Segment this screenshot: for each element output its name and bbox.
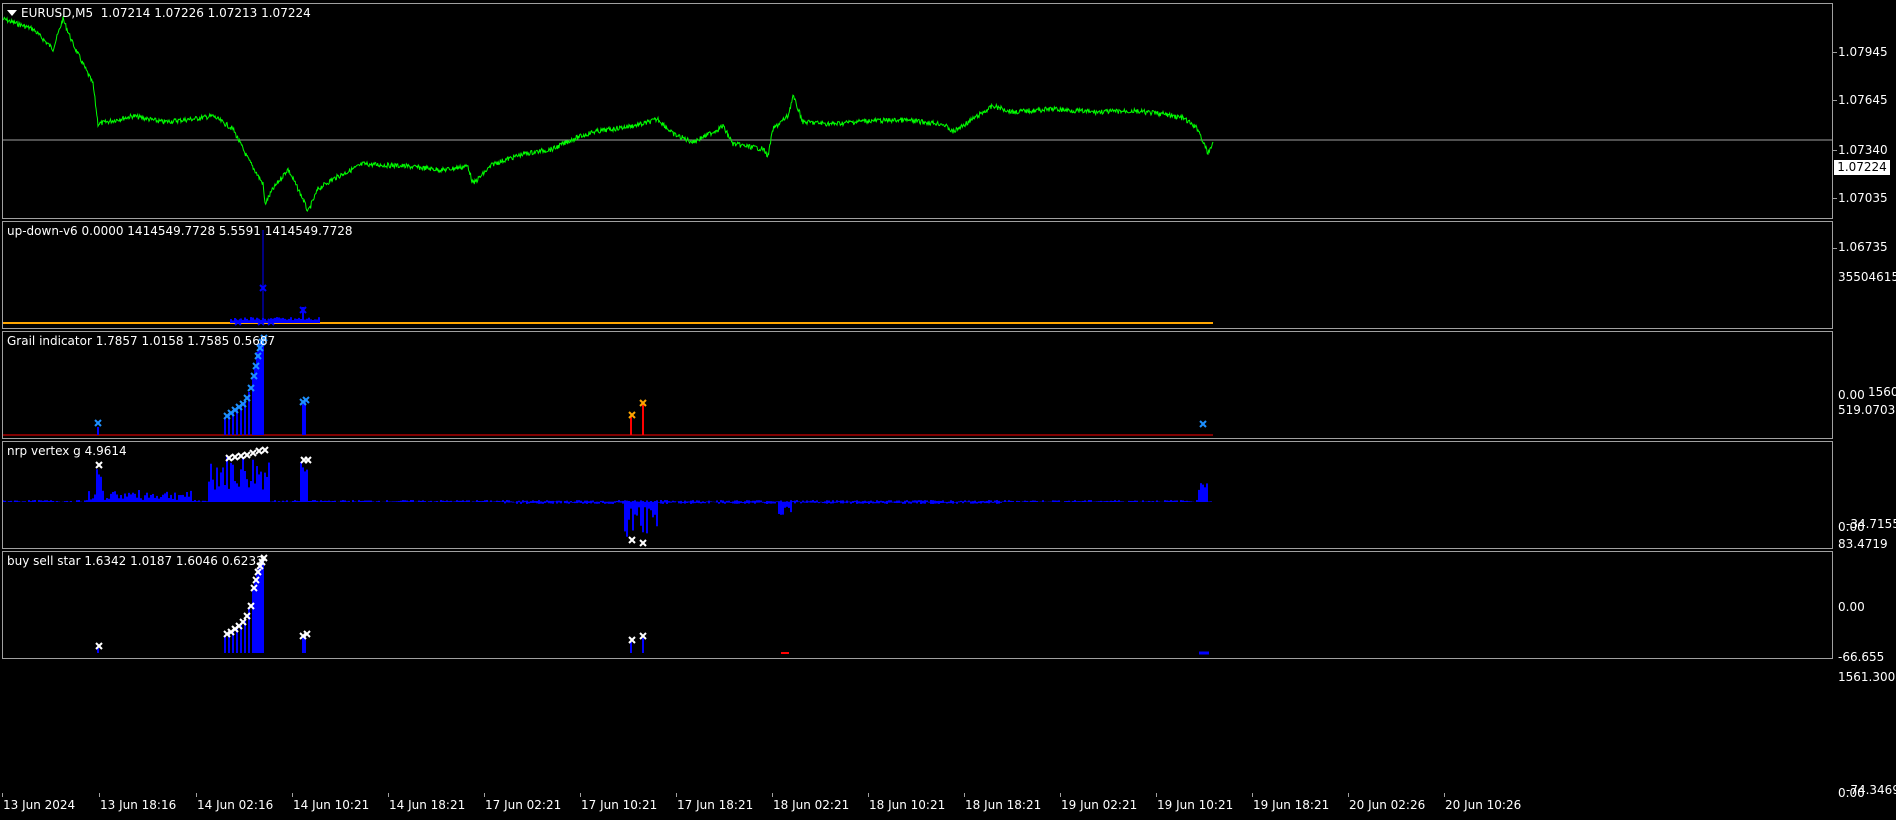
time-axis-label: 14 Jun 10:21	[293, 798, 370, 812]
signal-cross-marker	[237, 452, 245, 460]
time-axis-label: 18 Jun 02:21	[773, 798, 850, 812]
time-axis-label: 18 Jun 10:21	[869, 798, 946, 812]
time-tick	[388, 793, 389, 797]
signal-cross-marker	[231, 453, 239, 461]
buy-sell-axis-top: 1561.3005	[1838, 670, 1896, 684]
axis-tick	[1833, 150, 1837, 151]
current-price-badge: 1.07224	[1834, 160, 1890, 175]
time-axis-label: 20 Jun 10:26	[1445, 798, 1522, 812]
up-down-axis-extra: 15606959	[1868, 385, 1896, 399]
ohlc-values: 1.07214 1.07226 1.07213 1.07224	[100, 6, 311, 20]
signal-cross-marker	[261, 446, 269, 454]
price-line-chart	[3, 16, 1832, 212]
time-axis-label: 19 Jun 18:21	[1253, 798, 1330, 812]
axis-tick	[1833, 52, 1837, 53]
up-down-axis-top: 35504615000	[1838, 270, 1896, 284]
grail-label: Grail indicator 1.7857 1.0158 1.7585 0.5…	[7, 334, 276, 348]
buy-sell-star-label: buy sell star 1.6342 1.0187 1.6046 0.623…	[7, 554, 264, 568]
time-axis-label: 20 Jun 02:26	[1349, 798, 1426, 812]
signal-cross-marker	[304, 456, 312, 464]
price-axis-label: 1.07645	[1838, 93, 1888, 107]
axis-tick	[1833, 198, 1837, 199]
time-axis-label: 14 Jun 18:21	[389, 798, 466, 812]
time-axis-label: 14 Jun 02:16	[197, 798, 274, 812]
time-tick	[1156, 793, 1157, 797]
time-axis-label: 13 Jun 2024	[3, 798, 76, 812]
up-down-axis-bottom: 0.00	[1838, 388, 1865, 402]
time-axis-label: 17 Jun 02:21	[485, 798, 562, 812]
time-tick	[2, 793, 3, 797]
up-down-label: up-down-v6 0.0000 1414549.7728 5.5591 14…	[7, 224, 353, 238]
time-axis-label: 17 Jun 10:21	[581, 798, 658, 812]
nrp-axis-mid: 0.00	[1838, 600, 1865, 614]
main-pane-header: EURUSD,M5 1.07214 1.07226 1.07213 1.0722…	[7, 6, 311, 20]
time-axis-label: 17 Jun 18:21	[677, 798, 754, 812]
time-axis-label: 19 Jun 10:21	[1157, 798, 1234, 812]
nrp-vertex-label: nrp vertex g 4.9614	[7, 444, 127, 458]
nrp-vertex-histogram	[3, 446, 1212, 547]
time-tick	[868, 793, 869, 797]
time-axis-label: 18 Jun 18:21	[965, 798, 1042, 812]
time-axis-label: 13 Jun 18:16	[100, 798, 177, 812]
time-tick	[1252, 793, 1253, 797]
nrp-vertex-pane[interactable]: nrp vertex g 4.9614	[2, 441, 1833, 549]
up-down-pane[interactable]: up-down-v6 0.0000 1414549.7728 5.5591 14…	[2, 221, 1833, 329]
time-tick	[676, 793, 677, 797]
time-tick	[1348, 793, 1349, 797]
grail-pane[interactable]: Grail indicator 1.7857 1.0158 1.7585 0.5…	[2, 331, 1833, 439]
time-tick	[196, 793, 197, 797]
time-tick	[484, 793, 485, 797]
time-tick	[772, 793, 773, 797]
price-axis-label: 1.06735	[1838, 240, 1888, 254]
axis-tick	[1833, 248, 1837, 249]
buy-sell-star-pane[interactable]: buy sell star 1.6342 1.0187 1.6046 0.623…	[2, 551, 1833, 659]
time-tick	[1060, 793, 1061, 797]
time-axis-label: 19 Jun 02:21	[1061, 798, 1138, 812]
signal-cross-marker	[249, 449, 257, 457]
chart-area[interactable]: EURUSD,M5 1.07214 1.07226 1.07213 1.0722…	[2, 3, 1833, 793]
nrp-axis-bottom: -66.655	[1838, 650, 1885, 664]
main-price-pane[interactable]: EURUSD,M5 1.07214 1.07226 1.07213 1.0722…	[2, 3, 1833, 219]
grail-histogram	[3, 334, 1213, 436]
buy-sell-axis-bottom: 0.00	[1838, 786, 1865, 800]
grail-axis-bottom: 0.00	[1838, 520, 1865, 534]
symbol-label: EURUSD,M5	[21, 6, 94, 20]
price-axis-label: 1.07340	[1838, 143, 1888, 157]
signal-cross-marker	[1199, 420, 1207, 428]
nrp-axis-top: 83.4719	[1838, 537, 1888, 551]
time-tick	[580, 793, 581, 797]
time-tick	[1444, 793, 1445, 797]
signal-cross-marker	[639, 539, 647, 547]
signal-cross-marker	[95, 461, 103, 469]
signal-cross-marker	[255, 447, 263, 455]
price-axis-label: 1.07035	[1838, 191, 1888, 205]
price-axis-label: 1.07945	[1838, 45, 1888, 59]
time-tick	[99, 793, 100, 797]
time-tick	[292, 793, 293, 797]
buy-sell-star-histogram	[95, 554, 1209, 655]
signal-cross-marker	[243, 451, 251, 459]
grail-axis-top: 519.0703	[1838, 403, 1896, 417]
signal-cross-marker	[94, 419, 102, 427]
time-tick	[964, 793, 965, 797]
signal-cross-marker	[628, 536, 636, 544]
price-series-line	[3, 16, 1214, 212]
axis-tick	[1833, 100, 1837, 101]
collapse-triangle-icon[interactable]	[7, 10, 17, 16]
